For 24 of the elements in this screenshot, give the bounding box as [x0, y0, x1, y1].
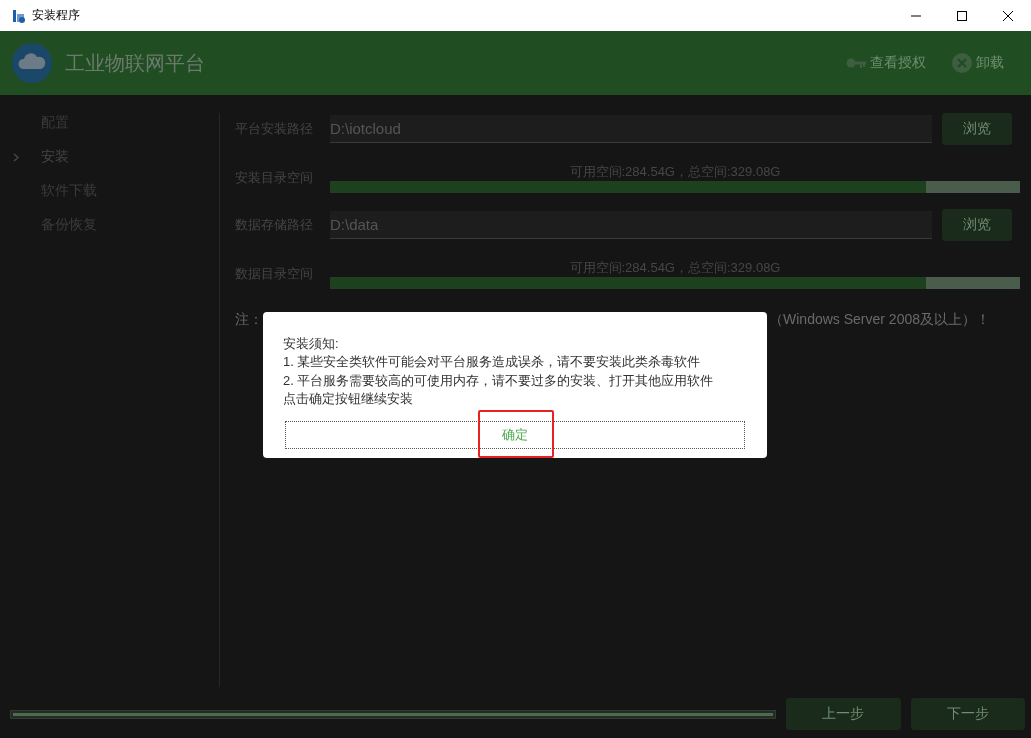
action-label: 查看授权 — [870, 54, 926, 72]
installer-icon — [12, 8, 26, 23]
path-input-field[interactable]: D:\iotcloud — [330, 115, 932, 143]
step-button[interactable]: 下一步 — [910, 698, 1025, 730]
confirm-button[interactable]: 确定 — [285, 421, 745, 450]
note-text: （Windows Server 2008及以上）！ — [769, 311, 990, 329]
action-label: 卸载 — [976, 54, 1004, 72]
notice-text: 1. 某些安全类软件可能会对平台服务造成误杀，请不要安装此类杀毒软件 — [283, 353, 702, 372]
app-title: 工业物联网平台 — [65, 50, 205, 76]
close-circle-icon — [952, 53, 972, 73]
cloud-logo-icon — [12, 43, 52, 83]
notice-text: 2. 平台服务需要较高的可使用内存，请不要过多的安装、打开其他应用软件 — [283, 371, 715, 390]
header-action[interactable]: 卸载 — [952, 53, 1004, 73]
key-icon — [846, 57, 866, 69]
path-input-field[interactable]: D:\data — [330, 211, 932, 239]
window-title: 安装程序 — [32, 7, 80, 24]
notice-text: 点击确定按钮继续安装 — [283, 389, 414, 408]
notice-text: 安装须知: — [283, 335, 340, 353]
header-action[interactable]: 查看授权 — [846, 53, 926, 73]
step-button[interactable]: 上一步 — [786, 698, 901, 730]
chevron-icon — [13, 152, 19, 162]
note-text: 注： — [235, 311, 263, 329]
browse-button[interactable]: 浏览 — [942, 113, 1012, 145]
browse-button[interactable]: 浏览 — [942, 209, 1012, 241]
